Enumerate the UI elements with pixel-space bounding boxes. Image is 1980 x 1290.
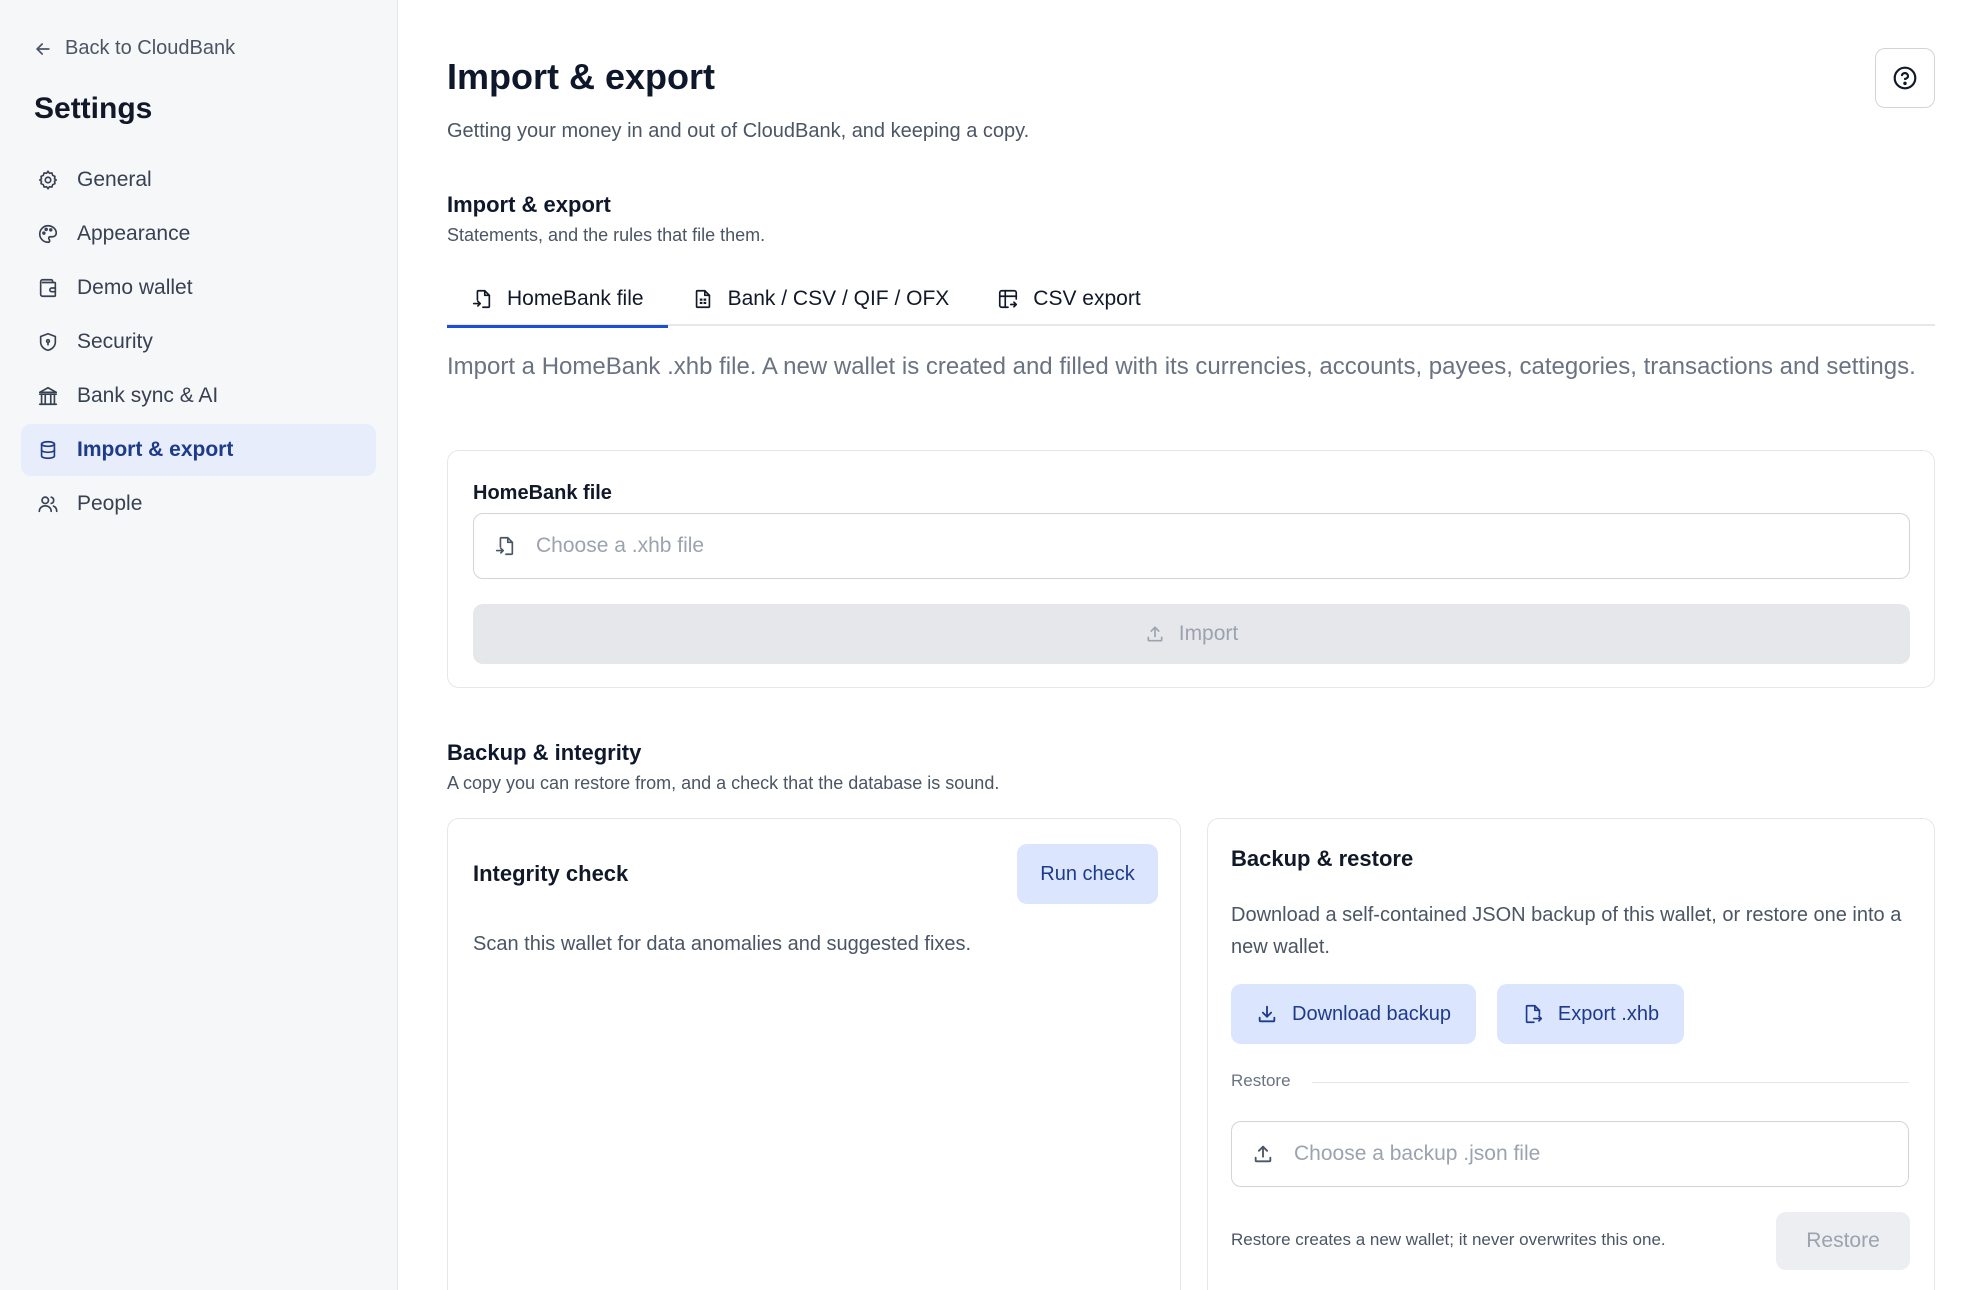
file-import-icon (495, 536, 514, 556)
export-xhb-label: Export .xhb (1557, 1002, 1660, 1025)
main-content: Import & export Getting your money in an… (447, 0, 1935, 1290)
sidebar-item-label: Security (77, 330, 153, 353)
database-icon (40, 440, 56, 460)
download-icon (1258, 1005, 1276, 1023)
sidebar-item-bank-sync[interactable]: Bank sync & AI (21, 370, 376, 422)
arrow-left-icon (36, 42, 50, 55)
homebank-file-label: HomeBank file (473, 482, 612, 504)
tab-label: CSV export (1033, 287, 1141, 310)
backup-restore-text: Download a self-contained JSON backup of… (1231, 904, 1902, 958)
download-backup-label: Download backup (1292, 1002, 1451, 1025)
import-tabs: HomeBank file Bank / CSV / QIF / OFX CSV… (447, 272, 1935, 328)
shield-icon (39, 332, 57, 352)
restore-input-placeholder: Choose a backup .json file (1294, 1142, 1541, 1165)
sidebar-item-demo-wallet[interactable]: Demo wallet (21, 262, 376, 314)
sidebar-title: Settings (34, 92, 153, 125)
homebank-import-card: HomeBank file Choose a .xhb file Import (447, 450, 1935, 688)
homebank-tab-description: Import a HomeBank .xhb file. A new walle… (447, 353, 1916, 380)
tab-label: HomeBank file (507, 287, 644, 310)
import-button-label: Import (1178, 622, 1239, 645)
sidebar-item-label: People (77, 492, 143, 515)
integrity-check-text: Scan this wallet for data anomalies and … (473, 933, 972, 955)
run-check-label: Run check (1040, 862, 1135, 885)
help-button[interactable] (1875, 48, 1935, 108)
import-section-title: Import & export (447, 192, 611, 217)
integrity-check-title: Integrity check (473, 861, 629, 886)
back-to-cloudbank-link[interactable]: Back to CloudBank (33, 37, 235, 60)
users-icon (38, 496, 58, 513)
palette-icon (39, 224, 58, 244)
backup-restore-card: Backup & restore Download a self-contain… (1207, 818, 1935, 1290)
sidebar-item-label: General (77, 168, 152, 191)
sidebar-item-security[interactable]: Security (21, 316, 376, 368)
sidebar-item-label: Bank sync & AI (77, 384, 219, 407)
settings-sidebar: Back to CloudBank Settings General Appea… (0, 0, 398, 1290)
import-section-description: Statements, and the rules that file them… (447, 225, 766, 245)
sidebar-item-label: Import & export (77, 438, 234, 461)
gear-icon (38, 170, 58, 190)
bank-icon (38, 386, 58, 406)
help-circle-icon (1893, 66, 1917, 90)
file-input-placeholder: Choose a .xhb file (536, 534, 705, 557)
restore-button[interactable]: Restore (1776, 1212, 1910, 1270)
sidebar-item-general[interactable]: General (21, 154, 376, 206)
file-export-icon (1525, 1004, 1542, 1024)
export-xhb-button[interactable]: Export .xhb (1497, 984, 1684, 1044)
backup-section-title: Backup & integrity (447, 740, 642, 765)
sidebar-item-import-export[interactable]: Import & export (21, 424, 376, 476)
tab-label: Bank / CSV / QIF / OFX (727, 287, 950, 310)
upload-icon (1147, 626, 1163, 642)
sidebar-item-label: Demo wallet (77, 276, 193, 299)
homebank-file-input[interactable]: Choose a .xhb file (473, 513, 1910, 579)
download-backup-button[interactable]: Download backup (1231, 984, 1476, 1044)
settings-nav: General Appearance Demo wallet Security … (21, 154, 376, 532)
wallet-icon (39, 278, 57, 298)
import-button[interactable]: Import (473, 604, 1910, 664)
backup-section-description: A copy you can restore from, and a check… (447, 773, 1000, 793)
tab-bank-csv-qif-ofx[interactable]: Bank / CSV / QIF / OFX (668, 272, 974, 326)
restore-file-input[interactable]: Choose a backup .json file (1231, 1121, 1909, 1187)
sidebar-item-people[interactable]: People (21, 478, 376, 530)
tab-csv-export[interactable]: CSV export (973, 272, 1164, 326)
backup-restore-title: Backup & restore (1231, 846, 1414, 871)
upload-icon (1254, 1145, 1272, 1163)
restore-button-label: Restore (1806, 1229, 1880, 1252)
sidebar-item-label: Appearance (77, 222, 191, 245)
page-subtitle: Getting your money in and out of CloudBa… (447, 120, 1030, 142)
file-import-icon (472, 289, 491, 309)
restore-divider-line (1312, 1082, 1909, 1083)
restore-note: Restore creates a new wallet; it never o… (1231, 1230, 1666, 1249)
restore-divider-label: Restore (1231, 1071, 1291, 1090)
tab-homebank-file[interactable]: HomeBank file (447, 272, 668, 328)
back-link-label: Back to CloudBank (65, 37, 236, 59)
page-title: Import & export (447, 56, 716, 97)
file-spreadsheet-icon (695, 289, 710, 309)
table-export-icon (999, 289, 1018, 309)
integrity-check-card: Integrity check Run check Scan this wall… (447, 818, 1181, 1290)
run-check-button[interactable]: Run check (1017, 844, 1158, 904)
sidebar-item-appearance[interactable]: Appearance (21, 208, 376, 260)
